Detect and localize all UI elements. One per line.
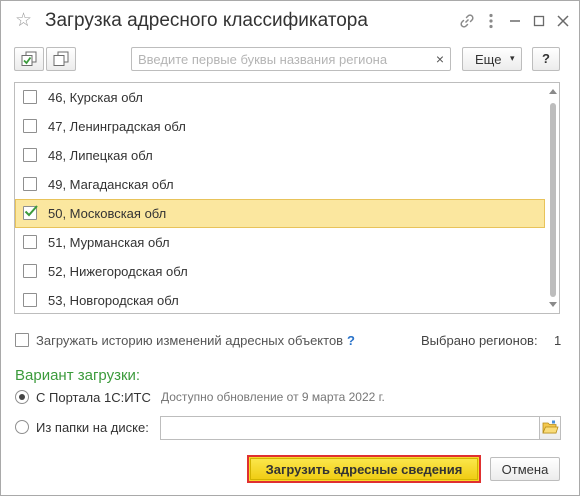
region-list: 46, Курская обл 47, Ленинградская обл 48… xyxy=(14,82,560,314)
radio-folder[interactable] xyxy=(15,420,29,434)
close-icon[interactable] xyxy=(553,11,573,31)
selected-regions-count: 1 xyxy=(554,333,562,348)
list-item[interactable]: 51, Мурманская обл xyxy=(15,228,545,257)
help-button-label: ? xyxy=(542,51,550,66)
history-help-icon[interactable]: ? xyxy=(347,333,355,348)
list-item[interactable]: 52, Нижегородская обл xyxy=(15,257,545,286)
dialog-window: ☆ Загрузка адресного классификатора Введ… xyxy=(0,0,580,496)
region-checkbox[interactable] xyxy=(23,235,37,249)
list-item[interactable]: 47, Ленинградская обл xyxy=(15,112,545,141)
link-icon[interactable] xyxy=(457,11,477,31)
scroll-thumb[interactable] xyxy=(550,103,556,297)
cancel-button-label: Отмена xyxy=(501,462,549,477)
region-checkbox[interactable] xyxy=(23,264,37,278)
star-icon[interactable]: ☆ xyxy=(15,11,35,31)
copy-icon xyxy=(53,51,71,70)
region-label: 52, Нижегородская обл xyxy=(48,264,188,279)
radio-folder-label[interactable]: Из папки на диске: xyxy=(36,420,149,435)
selected-regions-label: Выбрано регионов: xyxy=(421,333,538,348)
more-vertical-icon[interactable] xyxy=(481,11,501,31)
folder-path-field xyxy=(160,416,540,440)
history-checkbox[interactable] xyxy=(15,333,29,347)
check-all-button[interactable] xyxy=(14,47,44,71)
title-bar: ☆ Загрузка адресного классификатора xyxy=(1,1,579,41)
region-checkbox[interactable] xyxy=(23,293,37,307)
region-label: 47, Ленинградская обл xyxy=(48,119,186,134)
region-label: 50, Московская обл xyxy=(48,206,167,221)
search-input[interactable] xyxy=(132,48,428,70)
help-button[interactable]: ? xyxy=(532,47,560,71)
region-checkbox[interactable] xyxy=(23,90,37,104)
list-item[interactable]: 53, Новгородская обл xyxy=(15,286,545,313)
radio-portal[interactable] xyxy=(15,390,29,404)
load-button-label: Загрузить адресные сведения xyxy=(265,462,463,477)
update-available-note: Доступно обновление от 9 марта 2022 г. xyxy=(161,390,385,404)
more-button-label: Еще xyxy=(475,52,502,67)
region-checkbox[interactable] xyxy=(23,177,37,191)
region-label: 53, Новгородская обл xyxy=(48,293,179,308)
list-item[interactable]: 48, Липецкая обл xyxy=(15,141,545,170)
uncheck-all-button[interactable] xyxy=(46,47,76,71)
region-checkbox-checked[interactable] xyxy=(23,205,38,220)
list-item[interactable]: 49, Магаданская обл xyxy=(15,170,545,199)
region-label: 46, Курская обл xyxy=(48,90,143,105)
maximize-icon[interactable] xyxy=(529,11,549,31)
region-label: 51, Мурманская обл xyxy=(48,235,170,250)
load-address-data-button[interactable]: Загрузить адресные сведения xyxy=(247,455,481,483)
list-item-selected[interactable]: 50, Московская обл xyxy=(15,199,545,228)
checkmark-icon xyxy=(24,205,38,217)
region-checkbox[interactable] xyxy=(23,148,37,162)
list-scrollbar[interactable] xyxy=(547,83,559,313)
scroll-up-icon[interactable] xyxy=(549,89,557,94)
history-label: Загружать историю изменений адресных объ… xyxy=(36,333,344,348)
folder-path-input[interactable] xyxy=(161,417,540,439)
list-item[interactable]: 46, Курская обл xyxy=(15,83,545,112)
more-button[interactable]: Еще ▾ xyxy=(462,47,522,71)
check-all-icon xyxy=(21,51,39,70)
radio-portal-label[interactable]: С Портала 1С:ИТС xyxy=(36,390,151,405)
clear-icon[interactable]: × xyxy=(436,51,444,67)
region-label: 48, Липецкая обл xyxy=(48,148,153,163)
region-label: 49, Магаданская обл xyxy=(48,177,174,192)
chevron-down-icon: ▾ xyxy=(510,53,515,63)
scroll-down-icon[interactable] xyxy=(549,302,557,307)
browse-folder-button[interactable] xyxy=(539,416,561,440)
load-variant-title: Вариант загрузки: xyxy=(15,367,141,384)
folder-open-icon xyxy=(542,420,559,439)
window-title: Загрузка адресного классификатора xyxy=(45,10,368,31)
minimize-icon[interactable] xyxy=(505,11,525,31)
region-checkbox[interactable] xyxy=(23,119,37,133)
search-box: × xyxy=(131,47,451,71)
cancel-button[interactable]: Отмена xyxy=(490,457,560,481)
